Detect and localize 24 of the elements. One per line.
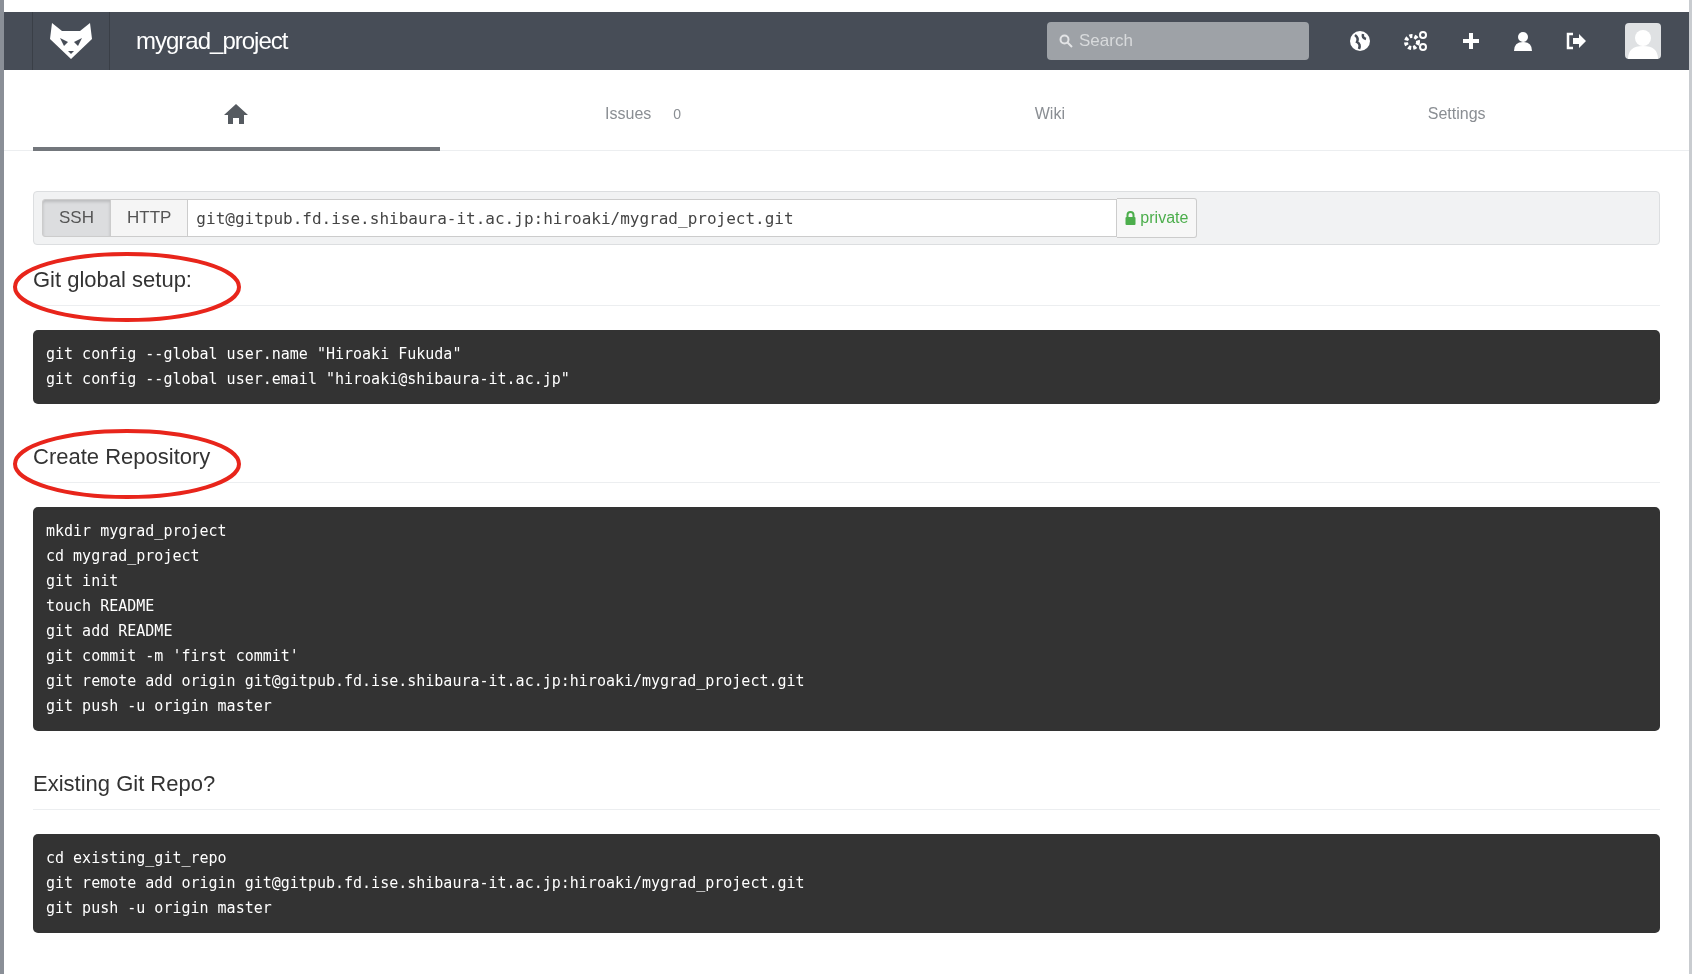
section-heading: Existing Git Repo? bbox=[33, 771, 216, 797]
nav-tab[interactable]: Wiki bbox=[846, 80, 1254, 151]
lock-icon bbox=[1125, 211, 1137, 225]
home-icon bbox=[223, 102, 250, 125]
nav-tab[interactable]: Issues 0 bbox=[439, 80, 847, 151]
protocol-button[interactable]: SSH bbox=[42, 199, 111, 237]
code-block: cd existing_git_repo git remote add origin git@gitpub.fd.ise.shibaura-it.ac.jp:hiroaki/mygrad_project.git git push -u origin master bbox=[33, 834, 1660, 933]
section-heading: Git global setup: bbox=[33, 267, 192, 293]
plus-icon[interactable] bbox=[1461, 31, 1481, 51]
sign-out-icon[interactable] bbox=[1565, 32, 1587, 50]
section-heading: Create Repository bbox=[33, 444, 211, 470]
visibility-text: private bbox=[1140, 209, 1189, 227]
project-title: mygrad_project bbox=[136, 27, 288, 55]
clone-url-field[interactable]: git@gitpub.fd.ise.shibaura-it.ac.jp:hiroaki/mygrad_project.git bbox=[187, 199, 1118, 237]
code-block: git config --global user.name "Hiroaki Fukuda" git config --global user.email "hiroaki@shibaura-it.ac.jp" bbox=[33, 330, 1660, 404]
globe-icon[interactable] bbox=[1349, 30, 1371, 52]
search-icon bbox=[1059, 34, 1073, 48]
fox-logo[interactable] bbox=[48, 21, 94, 61]
search-field[interactable]: Search bbox=[1047, 22, 1309, 60]
protocol-button[interactable]: HTTP bbox=[109, 199, 189, 237]
issue-count: 0 bbox=[673, 105, 682, 122]
user-icon[interactable] bbox=[1513, 31, 1533, 51]
code-block: mkdir mygrad_project cd mygrad_project git init touch README git add README git commit -m 'first commit' git remote add origin git@gitpub.fd.ise.shibaura-it.ac.jp:hiroaki/mygrad_project.git git push -u origin master bbox=[33, 507, 1660, 731]
nav-tab[interactable]: Settings bbox=[1253, 80, 1660, 151]
